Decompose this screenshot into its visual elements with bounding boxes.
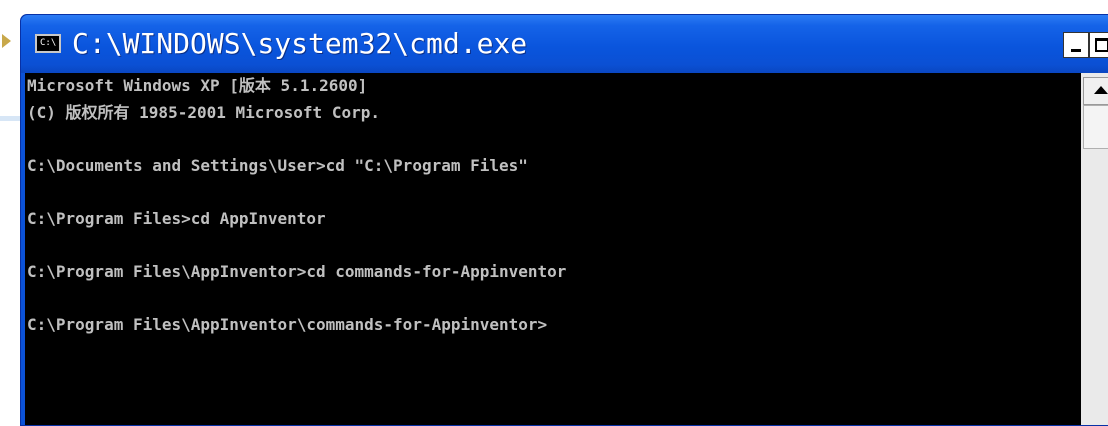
console-app-icon[interactable]: C:\ — [35, 34, 61, 53]
console-lines: Microsoft Windows XP [版本 5.1.2600] (C) 版… — [27, 73, 566, 391]
desktop-background — [0, 0, 22, 407]
console-line: C:\Program Files>cd AppInventor — [27, 208, 326, 228]
console-line: Microsoft Windows XP [版本 5.1.2600] — [27, 76, 368, 95]
cmd-window: C:\ C:\WINDOWS\system32\cmd.exe × Micros… — [20, 14, 1108, 426]
maximize-icon — [1095, 38, 1108, 52]
console-prompt-line: C:\Program Files\AppInventor\commands-fo… — [27, 314, 548, 334]
title-bar[interactable]: C:\ C:\WINDOWS\system32\cmd.exe × — [21, 15, 1108, 73]
desktop-arrow-icon — [2, 34, 11, 48]
scroll-up-arrow-icon — [1094, 86, 1108, 94]
minimize-button[interactable] — [1063, 32, 1089, 58]
console-line: C:\Program Files\AppInventor>cd commands… — [27, 261, 567, 281]
scrollbar-thumb[interactable] — [1083, 105, 1108, 149]
maximize-button[interactable] — [1089, 32, 1108, 58]
console-app-icon-label: C:\ — [40, 38, 57, 48]
console-line: (C) 版权所有 1985-2001 Microsoft Corp. — [27, 102, 380, 122]
scroll-up-button[interactable] — [1083, 77, 1108, 105]
desktop-highlight — [0, 116, 20, 121]
minimize-icon — [1071, 49, 1081, 52]
console-output[interactable]: Microsoft Windows XP [版本 5.1.2600] (C) 版… — [25, 73, 1081, 425]
window-title: C:\WINDOWS\system32\cmd.exe — [72, 27, 528, 60]
desktop-background-top — [0, 0, 1108, 12]
console-line: C:\Documents and Settings\User>cd "C:\Pr… — [27, 155, 528, 175]
vertical-scrollbar[interactable] — [1081, 73, 1108, 425]
